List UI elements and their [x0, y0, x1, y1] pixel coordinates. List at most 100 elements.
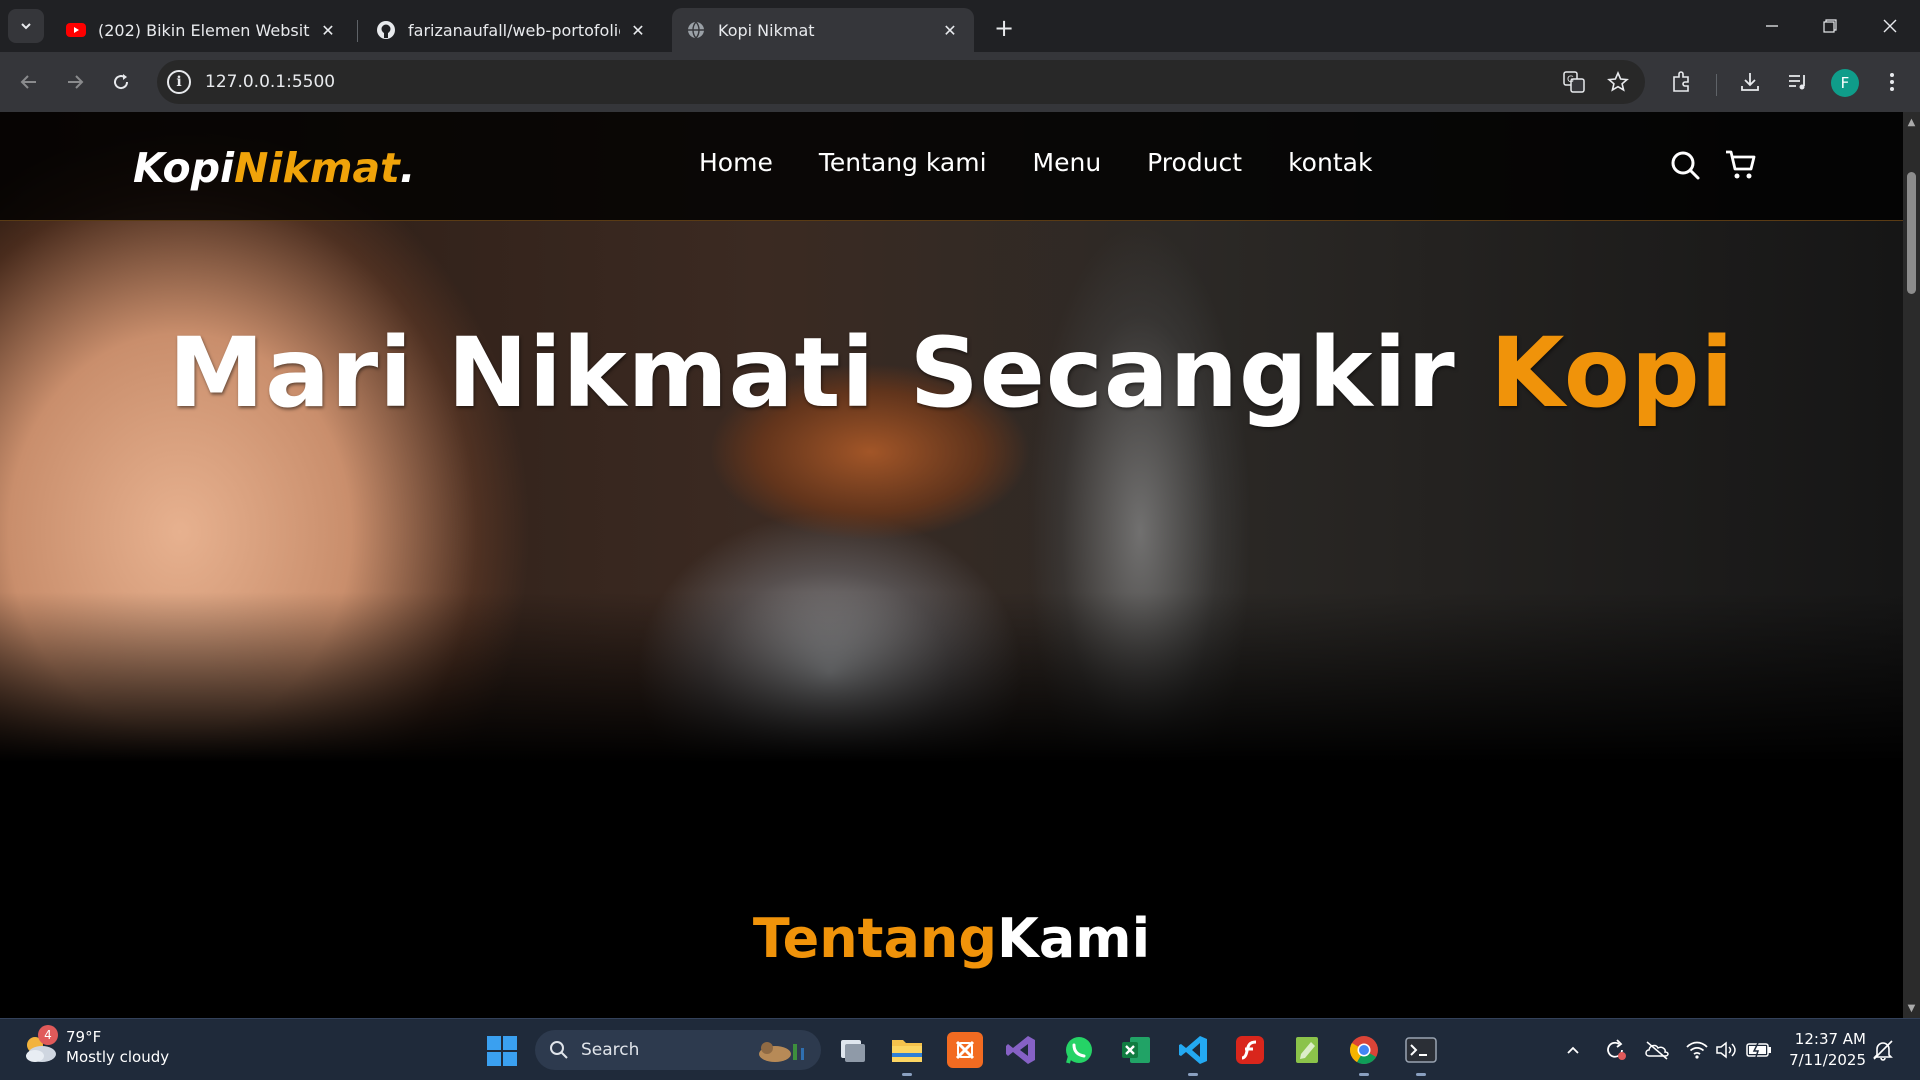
address-bar[interactable]: i 127.0.0.1:5500 G	[157, 60, 1645, 104]
reload-icon	[114, 74, 129, 90]
weather-badge: 4	[38, 1025, 58, 1045]
hero-title-main: Mari Nikmati Secangkir	[168, 317, 1491, 429]
tab-title: farizanaufall/web-portofolio	[408, 20, 620, 40]
search-highlight-icon	[753, 1036, 809, 1069]
whatsapp-icon[interactable]	[1061, 1032, 1097, 1068]
chevron-down-icon	[21, 23, 31, 30]
extensions-icon[interactable]	[1663, 64, 1699, 100]
profile-avatar[interactable]: F	[1831, 69, 1859, 97]
sync-icon[interactable]	[1602, 1037, 1628, 1063]
chrome-icon[interactable]	[1346, 1032, 1382, 1076]
running-indicator	[1359, 1073, 1369, 1076]
tab-title: Kopi Nikmat	[718, 20, 815, 40]
tab-strip: (202) Bikin Elemen Website Sem ✕ farizan…	[0, 0, 1920, 52]
cart-icon[interactable]	[1724, 148, 1758, 182]
windows-logo-tile	[503, 1052, 517, 1066]
tab-divider	[357, 20, 358, 42]
battery-icon[interactable]	[1746, 1037, 1772, 1063]
toolbar-divider	[1716, 74, 1717, 96]
notification-bell-icon[interactable]	[1870, 1037, 1896, 1063]
clock-date: 7/11/2025	[1789, 1051, 1866, 1069]
hero-title: Mari Nikmati Secangkir Kopi	[0, 317, 1903, 429]
cloudy-weather-icon: 4	[20, 1025, 60, 1067]
back-button[interactable]	[11, 64, 47, 100]
task-view-icon[interactable]	[834, 1032, 870, 1068]
excel-icon[interactable]	[1118, 1032, 1154, 1068]
globe-icon	[686, 20, 706, 40]
running-indicator	[1416, 1073, 1426, 1076]
arrow-left-icon	[20, 75, 36, 89]
logo-accent-text: Nikmat	[234, 144, 400, 192]
volume-icon[interactable]	[1714, 1037, 1740, 1063]
search-icon[interactable]	[1668, 148, 1702, 182]
tab-kopi-nikmat[interactable]: Kopi Nikmat ✕	[672, 8, 974, 52]
close-icon[interactable]: ✕	[318, 21, 338, 40]
hero-title-accent: Kopi	[1490, 317, 1735, 429]
close-icon[interactable]: ✕	[940, 21, 960, 40]
section-title-main: Kami	[997, 907, 1151, 970]
scroll-down-arrow[interactable]: ▼	[1903, 1000, 1920, 1016]
scrollbar-thumb[interactable]	[1907, 172, 1916, 294]
visual-studio-icon[interactable]	[1003, 1032, 1039, 1068]
github-icon	[376, 20, 396, 40]
running-indicator	[1188, 1073, 1198, 1076]
download-icon[interactable]	[1732, 64, 1768, 100]
file-explorer-icon[interactable]	[889, 1032, 925, 1076]
flash-player-icon[interactable]	[1232, 1032, 1268, 1068]
wifi-icon[interactable]	[1684, 1037, 1710, 1063]
more-menu-icon[interactable]	[1874, 64, 1910, 100]
browser-chrome: (202) Bikin Elemen Website Sem ✕ farizan…	[0, 0, 1920, 112]
url-text[interactable]: 127.0.0.1:5500	[205, 72, 335, 92]
weather-widget[interactable]: 4 79°F Mostly cloudy	[20, 1025, 169, 1067]
youtube-icon	[66, 20, 86, 40]
nav-tentang-kami[interactable]: Tentang kami	[819, 148, 987, 177]
svg-text:G: G	[1567, 75, 1574, 85]
nav-home[interactable]: Home	[699, 148, 773, 177]
windows-logo-tile	[503, 1036, 517, 1050]
section-title-accent: Tentang	[752, 907, 998, 970]
tab-search-button[interactable]	[8, 9, 44, 43]
nav-menu[interactable]: Menu	[1033, 148, 1102, 177]
nav-product[interactable]: Product	[1147, 148, 1242, 177]
close-window-button[interactable]	[1862, 8, 1918, 44]
search-icon	[549, 1040, 569, 1060]
logo-dot: .	[399, 144, 416, 192]
main-nav: Home Tentang kami Menu Product kontak	[699, 148, 1372, 177]
minimize-button[interactable]	[1744, 8, 1800, 44]
page-scrollbar[interactable]: ▲ ▼	[1903, 112, 1920, 1018]
new-tab-button[interactable]: +	[988, 12, 1020, 44]
tab-youtube[interactable]: (202) Bikin Elemen Website Sem ✕	[52, 8, 352, 52]
taskbar-search-label: Search	[581, 1040, 640, 1060]
taskbar: 4 79°F Mostly cloudy Search 12:37 AM 7/1…	[0, 1018, 1920, 1080]
media-controls-icon[interactable]	[1780, 64, 1816, 100]
logo-text: Kopi	[133, 144, 235, 192]
hero-fade-overlay	[0, 592, 1903, 762]
star-icon[interactable]	[1606, 70, 1630, 94]
nav-kontak[interactable]: kontak	[1288, 148, 1372, 177]
onedrive-icon[interactable]	[1644, 1037, 1670, 1063]
vscode-icon[interactable]	[1175, 1032, 1211, 1076]
translate-icon[interactable]: G	[1562, 70, 1586, 94]
site-header: KopiNikmat. Home Tentang kami Menu Produ…	[0, 112, 1903, 221]
running-indicator	[902, 1073, 912, 1076]
terminal-icon[interactable]	[1403, 1032, 1439, 1076]
tab-title: (202) Bikin Elemen Website Sem	[98, 20, 310, 40]
notepad-plus-icon[interactable]	[1289, 1032, 1325, 1068]
section-title-tentang-kami: TentangKami	[0, 907, 1903, 970]
taskbar-search[interactable]: Search	[535, 1030, 821, 1070]
tab-github[interactable]: farizanaufall/web-portofolio ✕	[362, 8, 662, 52]
system-clock[interactable]: 12:37 AM 7/11/2025	[1780, 1029, 1866, 1071]
windows-logo-tile	[487, 1052, 501, 1066]
temperature-text: 79°F	[66, 1028, 102, 1046]
site-info-icon[interactable]: i	[167, 70, 191, 94]
chevron-up-icon[interactable]	[1560, 1037, 1586, 1063]
start-button[interactable]	[487, 1036, 517, 1066]
forward-button[interactable]	[57, 64, 93, 100]
reload-button[interactable]	[103, 64, 139, 100]
close-icon[interactable]: ✕	[628, 21, 648, 40]
scroll-up-arrow[interactable]: ▲	[1903, 114, 1920, 130]
arrow-right-icon	[68, 75, 84, 89]
xampp-icon[interactable]	[947, 1032, 983, 1068]
site-logo[interactable]: KopiNikmat.	[133, 144, 415, 192]
restore-button[interactable]	[1802, 8, 1858, 44]
